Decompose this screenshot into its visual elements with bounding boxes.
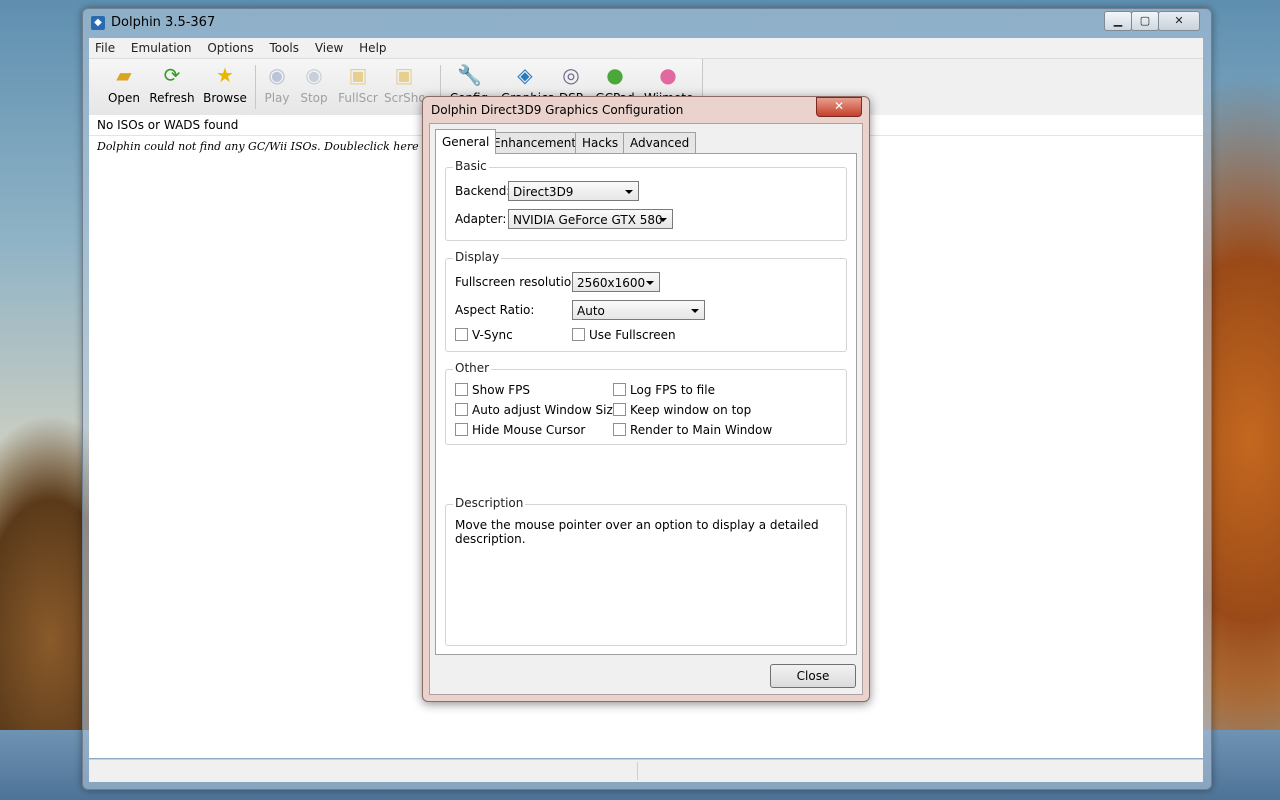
auto-adjust-label: Auto adjust Window Size xyxy=(472,403,621,417)
dolphin-app-icon: ◆ xyxy=(91,16,105,30)
play-label: Play xyxy=(264,91,290,105)
log-fps-checkbox[interactable]: Log FPS to file xyxy=(613,383,715,397)
dialog-body: General Enhancements Hacks Advanced Basi… xyxy=(429,123,863,695)
screenshot-icon: ▣ xyxy=(394,63,414,87)
fullscreen-button[interactable]: ▣ FullScr xyxy=(334,63,382,105)
use-fullscreen-checkbox[interactable]: Use Fullscreen xyxy=(572,328,676,342)
general-tab-panel: Basic Backend: Direct3D9 Adapter: NVIDIA… xyxy=(435,153,857,655)
main-close-button[interactable]: ✕ xyxy=(1158,11,1200,31)
backend-label: Backend: xyxy=(455,184,511,198)
screenshot-button[interactable]: ▣ ScrShot xyxy=(384,63,424,105)
show-fps-checkbox[interactable]: Show FPS xyxy=(455,383,530,397)
maximize-button[interactable]: ▢ xyxy=(1131,11,1159,31)
menu-bar: File Emulation Options Tools View Help xyxy=(89,38,1203,59)
render-main-label: Render to Main Window xyxy=(630,423,773,437)
fullscreen-resolution-select[interactable]: 2560x1600 xyxy=(572,272,660,292)
menu-emulation[interactable]: Emulation xyxy=(125,38,198,58)
dropdown-arrow-icon xyxy=(625,190,633,194)
tab-general[interactable]: General xyxy=(435,129,497,154)
play-icon: ◉ xyxy=(268,63,286,87)
auto-adjust-window-checkbox[interactable]: Auto adjust Window Size xyxy=(455,403,620,417)
graphics-config-dialog: Dolphin Direct3D9 Graphics Configuration… xyxy=(422,96,870,702)
hide-mouse-cursor-checkbox[interactable]: Hide Mouse Cursor xyxy=(455,423,585,437)
browse-label: Browse xyxy=(203,91,247,105)
close-button[interactable]: Close xyxy=(770,664,856,688)
menu-view[interactable]: View xyxy=(309,38,349,58)
aspect-ratio-select[interactable]: Auto xyxy=(572,300,705,320)
use-fullscreen-label: Use Fullscreen xyxy=(589,328,676,342)
adapter-label: Adapter: xyxy=(455,212,507,226)
dropdown-arrow-icon xyxy=(659,218,667,222)
description-text: Move the mouse pointer over an option to… xyxy=(455,518,819,546)
checkbox-box xyxy=(455,403,468,416)
screenshot-label: ScrShot xyxy=(384,91,424,105)
tab-advanced[interactable]: Advanced xyxy=(623,132,697,153)
wrench-icon: 🔧 xyxy=(457,63,482,87)
aspect-ratio-label: Aspect Ratio: xyxy=(455,303,535,317)
speaker-icon: ◎ xyxy=(562,63,580,87)
star-icon: ★ xyxy=(216,63,234,87)
main-window-title: Dolphin 3.5-367 xyxy=(111,15,216,30)
backend-select[interactable]: Direct3D9 xyxy=(508,181,639,201)
show-fps-label: Show FPS xyxy=(472,383,530,397)
folder-icon: ▰ xyxy=(116,63,132,87)
checkbox-box xyxy=(613,423,626,436)
backend-value: Direct3D9 xyxy=(513,185,574,199)
checkbox-box xyxy=(572,328,585,341)
other-group: Other Show FPS Log FPS to file Auto adju… xyxy=(445,361,847,445)
stop-label: Stop xyxy=(300,91,328,105)
status-divider xyxy=(637,762,638,780)
adapter-select[interactable]: NVIDIA GeForce GTX 580 xyxy=(508,209,673,229)
menu-help[interactable]: Help xyxy=(353,38,392,58)
gcpad-icon: ● xyxy=(606,63,624,87)
checkbox-box xyxy=(613,383,626,396)
render-to-main-window-checkbox[interactable]: Render to Main Window xyxy=(613,423,772,437)
description-group: Description Move the mouse pointer over … xyxy=(445,496,847,646)
keep-on-top-label: Keep window on top xyxy=(630,403,752,417)
keep-window-on-top-checkbox[interactable]: Keep window on top xyxy=(613,403,751,417)
tab-enhancements[interactable]: Enhancements xyxy=(486,132,590,153)
basic-group-label: Basic xyxy=(453,159,489,173)
basic-group: Basic Backend: Direct3D9 Adapter: NVIDIA… xyxy=(445,159,847,241)
graphics-icon: ◈ xyxy=(517,63,533,87)
hide-cursor-label: Hide Mouse Cursor xyxy=(472,423,586,437)
checkbox-box xyxy=(613,403,626,416)
menu-file[interactable]: File xyxy=(89,38,121,58)
display-group: Display Fullscreen resolution: 2560x1600… xyxy=(445,250,847,352)
aspect-ratio-value: Auto xyxy=(577,304,605,318)
minimize-button[interactable]: ▁ xyxy=(1104,11,1132,31)
refresh-icon: ⟳ xyxy=(163,63,181,87)
stop-button[interactable]: ◉ Stop xyxy=(290,63,338,105)
open-button[interactable]: ▰ Open xyxy=(100,63,148,105)
status-bar xyxy=(89,759,1203,782)
browse-button[interactable]: ★ Browse xyxy=(201,63,249,105)
dropdown-arrow-icon xyxy=(646,281,654,285)
log-fps-label: Log FPS to file xyxy=(630,383,715,397)
adapter-value: NVIDIA GeForce GTX 580 xyxy=(513,213,663,227)
menu-options[interactable]: Options xyxy=(201,38,259,58)
refresh-button[interactable]: ⟳ Refresh xyxy=(148,63,196,105)
fullscreen-label: FullScr xyxy=(338,91,378,105)
tab-hacks[interactable]: Hacks xyxy=(575,132,626,153)
description-group-label: Description xyxy=(453,496,526,510)
other-group-label: Other xyxy=(453,361,492,375)
checkbox-box xyxy=(455,383,468,396)
checkbox-box xyxy=(455,328,468,341)
fullscreen-icon: ▣ xyxy=(348,63,368,87)
dialog-title: Dolphin Direct3D9 Graphics Configuration xyxy=(431,103,684,117)
checkbox-box xyxy=(455,423,468,436)
fullscreen-resolution-label: Fullscreen resolution: xyxy=(455,275,583,289)
dropdown-arrow-icon xyxy=(691,309,699,313)
vsync-label: V-Sync xyxy=(472,328,513,342)
wiimote-icon: ● xyxy=(659,63,677,87)
stop-icon: ◉ xyxy=(305,63,323,87)
no-iso-message: No ISOs or WADS found xyxy=(97,118,239,132)
open-label: Open xyxy=(107,91,141,105)
refresh-label: Refresh xyxy=(149,91,195,105)
menu-tools[interactable]: Tools xyxy=(263,38,305,58)
display-group-label: Display xyxy=(453,250,502,264)
fullscreen-resolution-value: 2560x1600 xyxy=(577,276,646,290)
vsync-checkbox[interactable]: V-Sync xyxy=(455,328,513,342)
dialog-close-x-button[interactable]: ✕ xyxy=(816,97,862,117)
